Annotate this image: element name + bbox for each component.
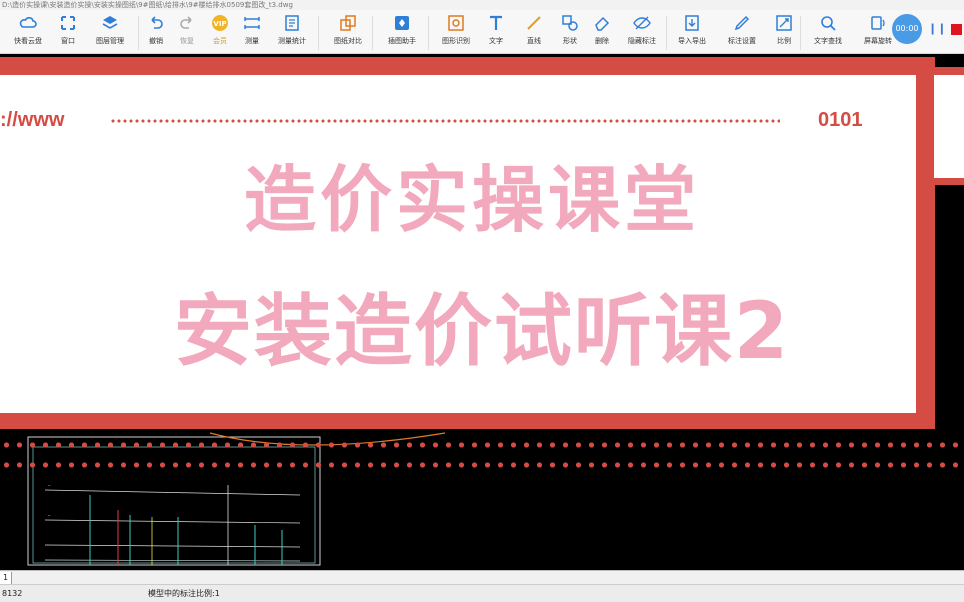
banner-dot-row: [0, 440, 964, 450]
measure-button[interactable]: 测量: [230, 14, 274, 52]
recording-timer[interactable]: 00:00: [892, 14, 922, 44]
window-label: 窗口: [61, 37, 75, 45]
toolbar-divider: [666, 16, 667, 50]
status-bar: 8132 模型中的标注比例:1: [0, 584, 964, 602]
pause-icon[interactable]: ❙❙: [928, 22, 946, 35]
cad-text-label: —: [48, 483, 51, 488]
drawing-compare-button[interactable]: 图纸对比: [326, 14, 370, 52]
redo-icon: [180, 16, 192, 29]
toolbar-divider: [800, 16, 801, 50]
measure-stats-button[interactable]: 测量统计: [270, 14, 314, 52]
hide-icon: [633, 16, 651, 30]
window-icon: [61, 16, 75, 30]
cloud-icon: [19, 17, 37, 28]
text-search-label: 文字查找: [814, 37, 842, 45]
import-export-button[interactable]: 导入导出: [670, 14, 714, 52]
scale-icon: [776, 15, 792, 31]
shape-icon: [562, 15, 578, 31]
delete-label: 删除: [595, 37, 609, 45]
annotation-settings-label: 标注设置: [728, 37, 756, 45]
delete-button[interactable]: 删除: [580, 14, 624, 52]
banner-url: ://www: [0, 109, 65, 131]
assistant-label: 插图助手: [388, 37, 416, 45]
toolbar-divider: [428, 16, 429, 50]
cad-text-label: —: [48, 513, 51, 518]
rotate-screen-icon: [871, 16, 885, 30]
annotation-settings-button[interactable]: 标注设置: [720, 14, 764, 52]
rotate-screen-label: 屏幕旋转: [864, 37, 892, 45]
banner-dotted-line: [110, 119, 780, 123]
cloud-drive-button[interactable]: 快看云盘: [6, 14, 50, 52]
window-title: D:\造价实操课\安装造价实操\安装实操图纸\9#图纸\给排水\9#楼给排水05…: [0, 0, 964, 10]
coordinate-readout: 8132: [2, 589, 23, 598]
text-icon: [490, 15, 502, 30]
window-button[interactable]: 窗口: [46, 14, 90, 52]
assistant-button[interactable]: 插图助手: [380, 14, 424, 52]
hide-annotation-button[interactable]: 隐藏标注: [620, 14, 664, 52]
measure-stats-icon: [285, 15, 299, 31]
stop-icon[interactable]: [951, 24, 962, 35]
layout-tab-bar: 1: [0, 570, 964, 584]
measure-icon: [244, 17, 260, 29]
promo-banner: ://www 0101 造价实操课堂 安装造价试听课2: [0, 57, 964, 437]
drawing-compare-label: 图纸对比: [334, 37, 362, 45]
recognize-button[interactable]: 图形识别: [434, 14, 478, 52]
layout-tab[interactable]: 1: [0, 572, 13, 584]
layers-icon: [102, 16, 118, 29]
main-toolbar: 快看云盘 窗口 图层管理 撤销 恢复 VIP 会员 测量 测量统计 图纸对比 插…: [0, 10, 964, 54]
toolbar-divider: [318, 16, 319, 50]
svg-text:VIP: VIP: [213, 20, 226, 28]
line-icon: [527, 16, 541, 30]
recognize-icon: [448, 15, 464, 31]
banner-headline: 造价实操课堂: [243, 158, 700, 242]
toolbar-divider: [372, 16, 373, 50]
annotation-scale-note: 模型中的标注比例:1: [148, 589, 220, 598]
layer-manager-label: 图层管理: [96, 37, 124, 45]
compare-icon: [340, 15, 356, 31]
measure-stats-label: 测量统计: [278, 37, 306, 45]
annotation-settings-icon: [734, 15, 750, 31]
undo-icon: [151, 16, 163, 29]
import-export-icon: [685, 15, 699, 31]
vip-icon: VIP: [212, 15, 228, 31]
banner-subheadline: 安装造价试听课2: [173, 287, 791, 377]
import-export-label: 导入导出: [678, 37, 706, 45]
layer-manager-button[interactable]: 图层管理: [88, 14, 132, 52]
banner-dot-row: [0, 460, 964, 470]
assistant-icon: [395, 16, 409, 30]
eraser-icon: [595, 16, 610, 31]
text-search-icon: [821, 16, 836, 31]
hide-annotation-label: 隐藏标注: [628, 37, 656, 45]
recognize-label: 图形识别: [442, 37, 470, 45]
banner-code: 0101: [818, 109, 863, 131]
measure-label: 测量: [245, 37, 259, 45]
text-search-button[interactable]: 文字查找: [806, 14, 850, 52]
cloud-drive-label: 快看云盘: [14, 37, 42, 45]
